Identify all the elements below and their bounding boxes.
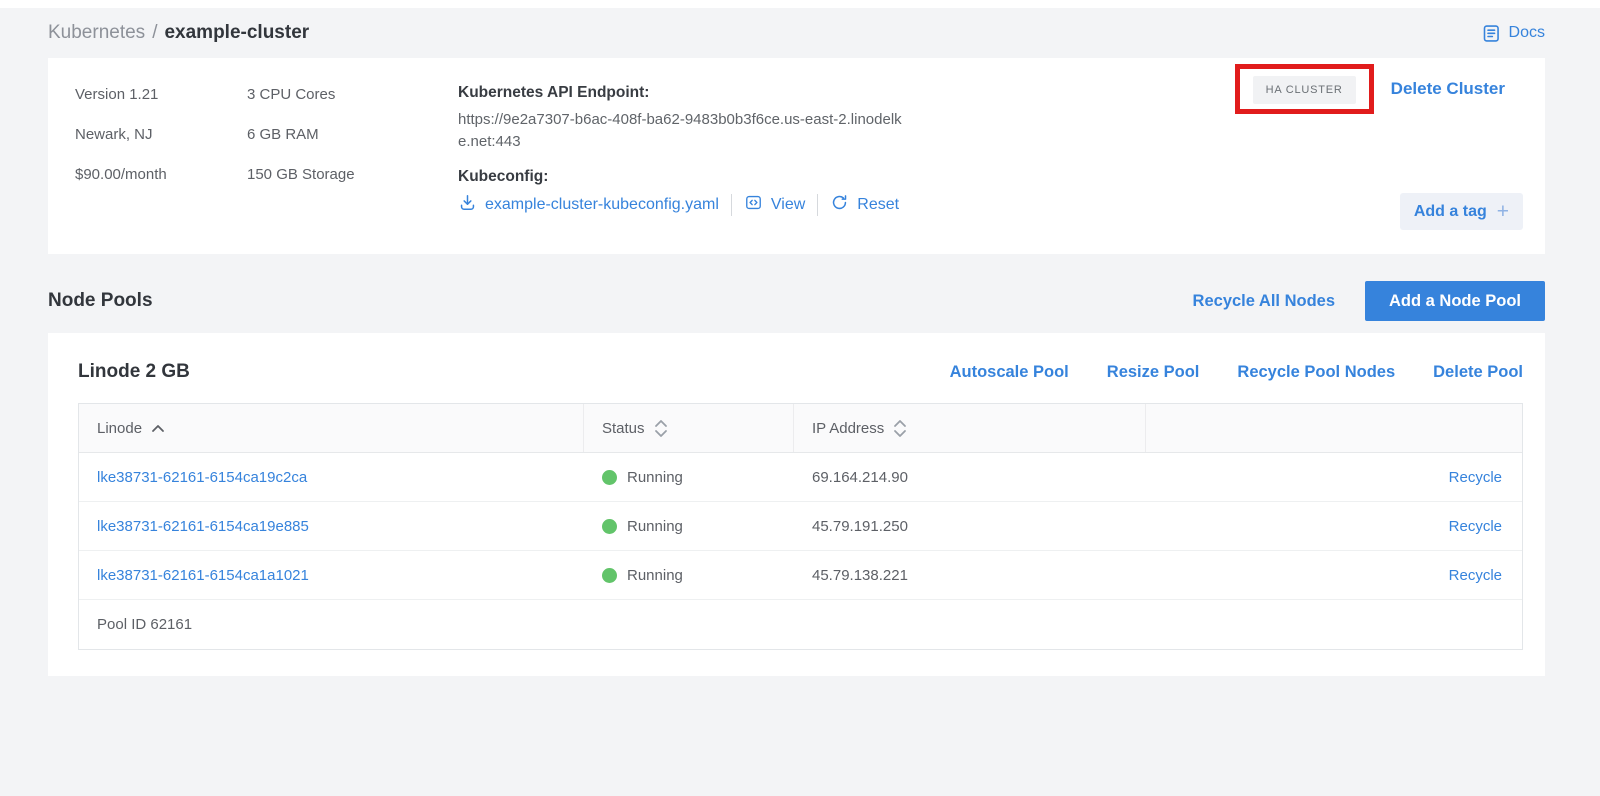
api-endpoint-url: https://9e2a7307-b6ac-408f-ba62-9483b0b3…	[458, 109, 903, 153]
delete-cluster-link[interactable]: Delete Cluster	[1391, 79, 1505, 99]
node-ip-address: 45.79.191.250	[812, 518, 908, 535]
cluster-region: Newark, NJ	[75, 124, 247, 145]
node-name-link[interactable]: lke38731-62161-6154ca1a1021	[97, 567, 309, 584]
pool-id-text: Pool ID 62161	[97, 616, 192, 633]
kubeconfig-view-label: View	[771, 196, 805, 214]
sort-ascending-icon	[151, 424, 165, 433]
cluster-top-actions: HA CLUSTER Delete Cluster	[1235, 64, 1505, 114]
node-table-row: lke38731-62161-6154ca1a1021 Running 45.7…	[79, 551, 1522, 600]
docs-icon	[1481, 23, 1502, 44]
breadcrumb: Kubernetes / example-cluster	[48, 22, 309, 44]
node-pools-title: Node Pools	[48, 290, 153, 312]
node-pools-header-row: Node Pools Recycle All Nodes Add a Node …	[48, 281, 1545, 321]
window-top-edge	[0, 0, 1600, 8]
status-running-icon	[602, 519, 617, 534]
status-running-icon	[602, 470, 617, 485]
node-pools-header-actions: Recycle All Nodes Add a Node Pool	[1193, 281, 1545, 321]
autoscale-pool-link[interactable]: Autoscale Pool	[950, 363, 1069, 382]
api-endpoint-label: Kubernetes API Endpoint:	[458, 84, 918, 102]
status-running-icon	[602, 568, 617, 583]
cluster-price: $90.00/month	[75, 164, 247, 185]
recycle-all-nodes-link[interactable]: Recycle All Nodes	[1193, 292, 1335, 311]
node-ip-address: 69.164.214.90	[812, 469, 908, 486]
ha-cluster-badge: HA CLUSTER	[1253, 76, 1356, 104]
reset-refresh-icon	[830, 193, 849, 217]
kubeconfig-download-link[interactable]: example-cluster-kubeconfig.yaml	[458, 193, 719, 217]
docs-link[interactable]: Docs	[1481, 23, 1545, 44]
kubeconfig-file-name: example-cluster-kubeconfig.yaml	[485, 196, 719, 214]
cluster-specs-column-2: 3 CPU Cores 6 GB RAM 150 GB Storage	[247, 84, 458, 230]
sort-both-icon	[654, 419, 668, 438]
cluster-storage: 150 GB Storage	[247, 164, 458, 185]
annotation-highlight-box: HA CLUSTER	[1235, 64, 1374, 114]
breadcrumb-cluster-name: example-cluster	[164, 22, 309, 43]
docs-link-label: Docs	[1509, 24, 1545, 42]
recycle-node-link[interactable]: Recycle	[1449, 518, 1502, 535]
sort-both-icon	[893, 419, 907, 438]
kubeconfig-view-link[interactable]: View	[744, 193, 805, 217]
cluster-specs-column-1: Version 1.21 Newark, NJ $90.00/month	[75, 84, 247, 230]
plus-icon: +	[1497, 201, 1509, 222]
node-table: Linode Status IP Address	[78, 403, 1523, 650]
recycle-node-link[interactable]: Recycle	[1449, 567, 1502, 584]
column-header-ip-address[interactable]: IP Address	[794, 404, 1146, 452]
column-header-linode-label: Linode	[97, 420, 142, 437]
add-tag-button[interactable]: Add a tag +	[1400, 193, 1523, 230]
divider	[817, 194, 818, 216]
node-name-link[interactable]: lke38731-62161-6154ca19e885	[97, 518, 309, 535]
node-status-text: Running	[627, 567, 683, 584]
pool-id-footer: Pool ID 62161	[79, 600, 1522, 649]
node-table-row: lke38731-62161-6154ca19c2ca Running 69.1…	[79, 453, 1522, 502]
page-header: Kubernetes / example-cluster Docs	[48, 8, 1545, 58]
divider	[731, 194, 732, 216]
pool-actions: Autoscale Pool Resize Pool Recycle Pool …	[912, 363, 1523, 382]
add-tag-label: Add a tag	[1414, 203, 1487, 221]
breadcrumb-kubernetes-link[interactable]: Kubernetes	[48, 22, 145, 43]
cluster-ram: 6 GB RAM	[247, 124, 458, 145]
node-table-row: lke38731-62161-6154ca19e885 Running 45.7…	[79, 502, 1522, 551]
column-header-status[interactable]: Status	[584, 404, 794, 452]
node-status-text: Running	[627, 469, 683, 486]
pool-card-header: Linode 2 GB Autoscale Pool Resize Pool R…	[78, 355, 1523, 383]
cluster-cpu: 3 CPU Cores	[247, 84, 458, 105]
download-icon	[458, 193, 477, 217]
kubeconfig-reset-label: Reset	[857, 196, 899, 214]
kubeconfig-actions-row: example-cluster-kubeconfig.yaml View Res…	[458, 193, 918, 217]
node-table-header: Linode Status IP Address	[79, 404, 1522, 453]
resize-pool-link[interactable]: Resize Pool	[1107, 363, 1200, 382]
kubernetes-cluster-page: Kubernetes / example-cluster Docs Version …	[0, 8, 1600, 676]
cluster-summary-card: Version 1.21 Newark, NJ $90.00/month 3 C…	[48, 58, 1545, 254]
column-header-ip-label: IP Address	[812, 420, 884, 437]
node-ip-address: 45.79.138.221	[812, 567, 908, 584]
breadcrumb-separator: /	[152, 22, 157, 43]
node-status-text: Running	[627, 518, 683, 535]
node-name-link[interactable]: lke38731-62161-6154ca19c2ca	[97, 469, 307, 486]
column-header-linode[interactable]: Linode	[79, 404, 584, 452]
column-header-status-label: Status	[602, 420, 645, 437]
pool-plan-name: Linode 2 GB	[78, 361, 190, 383]
recycle-pool-nodes-link[interactable]: Recycle Pool Nodes	[1237, 363, 1395, 382]
cluster-version: Version 1.21	[75, 84, 247, 105]
kubeconfig-reset-link[interactable]: Reset	[830, 193, 899, 217]
recycle-node-link[interactable]: Recycle	[1449, 469, 1502, 486]
delete-pool-link[interactable]: Delete Pool	[1433, 363, 1523, 382]
add-node-pool-button[interactable]: Add a Node Pool	[1365, 281, 1545, 321]
code-view-icon	[744, 193, 763, 217]
kubeconfig-label: Kubeconfig:	[458, 168, 918, 186]
endpoint-kubeconfig-column: Kubernetes API Endpoint: https://9e2a730…	[458, 84, 918, 230]
column-header-actions-empty	[1146, 404, 1522, 452]
node-pool-card: Linode 2 GB Autoscale Pool Resize Pool R…	[48, 333, 1545, 676]
